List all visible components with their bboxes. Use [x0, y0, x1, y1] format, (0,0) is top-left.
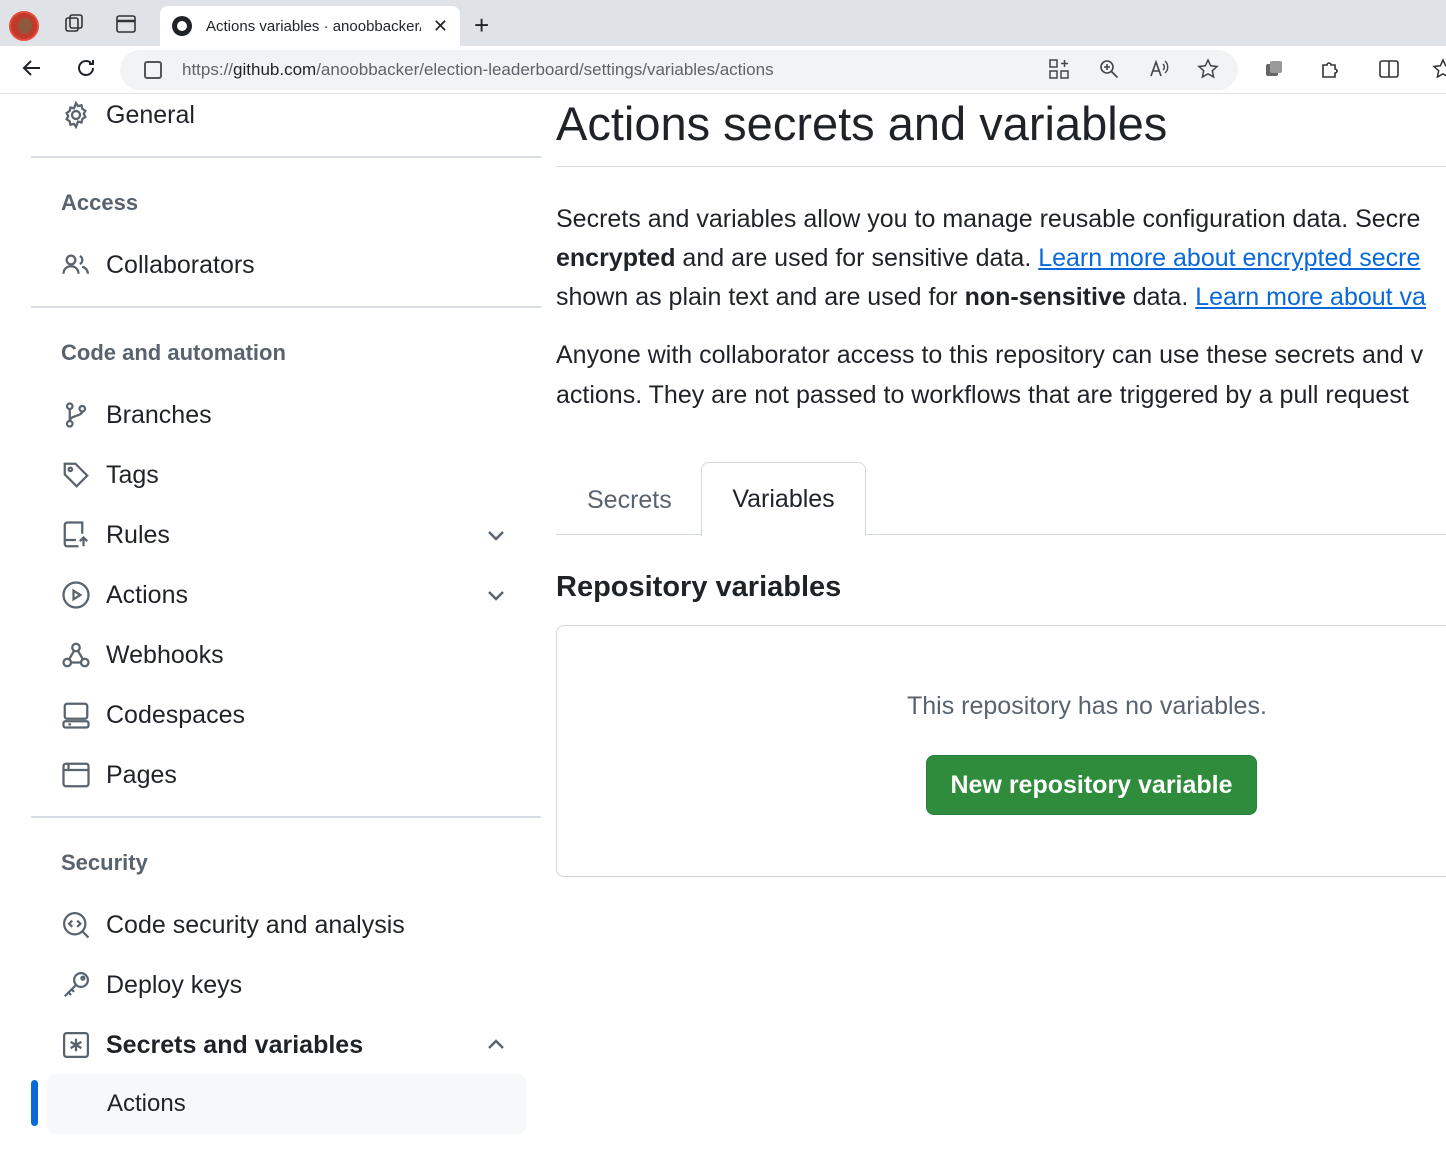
back-arrow-icon	[22, 60, 40, 76]
sidebar-divider	[31, 156, 541, 158]
sidebar-item-branches[interactable]: Branches	[60, 395, 212, 435]
sidebar-item-label: Collaborators	[106, 250, 255, 279]
encrypted-emphasis: encrypted	[556, 244, 676, 272]
section-title: Repository variables	[556, 571, 842, 603]
favorites-icon[interactable]	[1432, 58, 1446, 86]
tag-icon	[60, 459, 92, 491]
git-branch-icon	[60, 399, 92, 431]
empty-state-box	[556, 625, 1446, 877]
sidebar-item-label: General	[106, 100, 195, 129]
reload-icon	[78, 60, 94, 76]
back-button[interactable]	[20, 56, 44, 87]
new-repository-variable-button[interactable]: New repository variable	[926, 755, 1257, 815]
description-line-1: Secrets and variables allow you to manag…	[556, 205, 1421, 233]
sidebar-item-general[interactable]: General	[60, 95, 195, 135]
description-line-5: actions. They are not passed to workflow…	[556, 381, 1409, 409]
zoom-icon[interactable]	[1098, 58, 1120, 86]
browser-tab-active[interactable]: Actions variables · anoobbacker/election…	[160, 6, 460, 46]
chevron-up-icon[interactable]	[484, 1033, 508, 1057]
sidebar-item-pages[interactable]: Pages	[60, 755, 177, 795]
sidebar-heading-access: Access	[61, 190, 139, 215]
codescan-icon	[60, 909, 92, 941]
page-title: Actions secrets and variables	[556, 97, 1168, 150]
collections-icon[interactable]	[1263, 58, 1285, 86]
browser-tab-bar: Actions variables · anoobbacker/election…	[0, 0, 1446, 46]
key-icon	[60, 969, 92, 1001]
people-icon	[60, 249, 92, 281]
description-text: and are used for sensitive data.	[675, 244, 1039, 272]
url-text[interactable]: https://github.com/anoobbacker/election-…	[182, 60, 774, 80]
non-sensitive-emphasis: non-sensitive	[964, 283, 1126, 311]
chevron-down-icon[interactable]	[484, 523, 508, 547]
workspaces-icon[interactable]	[62, 12, 86, 36]
app-available-icon[interactable]	[1048, 58, 1070, 86]
sidebar-item-collaborators[interactable]: Collaborators	[60, 245, 255, 285]
sidebar-item-label: Code security and analysis	[106, 910, 405, 939]
repo-push-icon	[60, 519, 92, 551]
gear-icon	[60, 99, 92, 131]
sidebar-subitem-actions-label[interactable]: Actions	[107, 1090, 186, 1118]
sidebar-item-label: Branches	[106, 400, 212, 429]
sidebar-item-codespaces[interactable]: Codespaces	[60, 695, 245, 735]
tab-title: Actions variables · anoobbacker/election…	[206, 17, 421, 35]
learn-more-variables-link[interactable]: Learn more about va	[1195, 283, 1426, 311]
sidebar-item-label: Webhooks	[106, 640, 224, 669]
close-tab-icon[interactable]: ✕	[433, 16, 448, 37]
sidebar-item-webhooks[interactable]: Webhooks	[60, 635, 224, 675]
learn-more-secrets-link[interactable]: Learn more about encrypted secre	[1038, 244, 1420, 272]
sidebar-item-label: Rules	[106, 520, 170, 549]
sidebar-item-deploy-keys[interactable]: Deploy keys	[60, 965, 242, 1005]
description-text: shown as plain text and are used for	[556, 283, 965, 311]
favorite-star-icon[interactable]	[1197, 58, 1219, 86]
browser-toolbar: https://github.com/anoobbacker/election-…	[0, 46, 1446, 94]
main-content: Actions secrets and variables Secrets an…	[556, 94, 1446, 1154]
browser-window-icon	[60, 759, 92, 791]
codespaces-icon	[60, 699, 92, 731]
sidebar-item-tags[interactable]: Tags	[60, 455, 159, 495]
new-tab-button[interactable]: +	[474, 10, 489, 41]
sidebar-item-label: Codespaces	[106, 700, 245, 729]
sidebar-heading-code-automation: Code and automation	[61, 340, 286, 365]
play-circle-icon	[60, 579, 92, 611]
sidebar-item-label: Tags	[106, 460, 159, 489]
sidebar-item-label: Actions	[106, 580, 188, 609]
settings-sidebar: General Access Collaborators Code and au…	[0, 94, 556, 1154]
extensions-icon[interactable]	[1319, 58, 1341, 86]
address-bar[interactable]: https://github.com/anoobbacker/election-…	[120, 50, 1238, 90]
asterisk-box-icon	[60, 1029, 92, 1061]
sidebar-heading-security: Security	[61, 850, 148, 875]
description-line-3: shown as plain text and are used for non…	[556, 278, 1426, 317]
title-divider	[556, 166, 1446, 167]
description-line-4: Anyone with collaborator access to this …	[556, 341, 1424, 369]
sidebar-item-actions[interactable]: Actions	[60, 575, 188, 615]
description-text: data.	[1125, 283, 1196, 311]
sidebar-item-label: Pages	[106, 760, 177, 789]
tabs-underline	[556, 534, 1446, 535]
chevron-down-icon[interactable]	[484, 583, 508, 607]
tab-secrets[interactable]: Secrets	[587, 486, 672, 515]
sidebar-item-label: Secrets and variables	[106, 1030, 364, 1059]
active-indicator	[31, 1080, 38, 1126]
profile-avatar[interactable]	[9, 11, 39, 41]
sidebar-item-label: Deploy keys	[106, 970, 243, 999]
sidebar-divider	[31, 816, 541, 818]
tab-actions-icon[interactable]	[114, 12, 138, 36]
reload-button[interactable]	[74, 56, 98, 87]
sidebar-item-secrets-and-variables[interactable]: Secrets and variables	[60, 1025, 363, 1065]
sidebar-item-code-security[interactable]: Code security and analysis	[60, 905, 405, 945]
webhook-icon	[60, 639, 92, 671]
read-aloud-icon[interactable]	[1148, 58, 1170, 86]
tab-variables[interactable]: Variables	[701, 462, 866, 536]
site-info-icon[interactable]	[144, 61, 162, 79]
description-line-2: encrypted and are used for sensitive dat…	[556, 239, 1420, 278]
github-logo-icon	[172, 16, 192, 36]
sidebar-divider	[31, 306, 541, 308]
empty-state-text: This repository has no variables.	[907, 692, 1267, 720]
sidebar-item-rules[interactable]: Rules	[60, 515, 170, 555]
split-screen-icon[interactable]	[1378, 58, 1400, 86]
